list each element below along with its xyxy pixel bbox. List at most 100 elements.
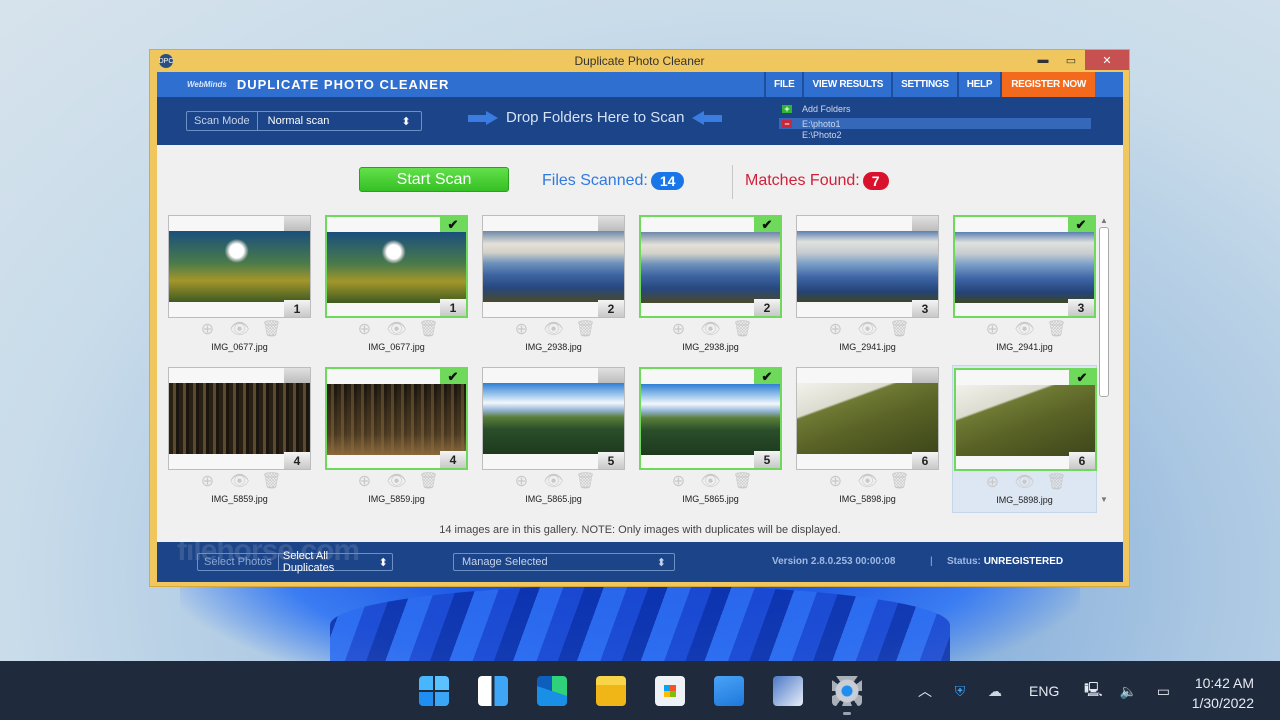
folder-item[interactable]: E:\Photo2 [779,129,1095,140]
photo-thumbnail[interactable] [797,231,938,302]
select-checkbox[interactable] [598,216,624,231]
thumbnail-frame[interactable]: ✔ 5 [639,367,782,470]
photo-thumbnail[interactable] [169,231,310,302]
taskbar-store[interactable] [650,673,690,709]
photo-thumbnail[interactable] [169,383,310,454]
gallery-tile[interactable]: 4 ⊕ 👁 🗑 IMG_5859.jpg [167,365,312,513]
preview-eye-icon[interactable]: 👁 [857,320,879,338]
trash-icon[interactable]: 🗑 [732,320,754,338]
security-warning-icon[interactable]: ⛨ [949,683,971,700]
preview-eye-icon[interactable]: 👁 [543,320,565,338]
gallery-tile[interactable]: 5 ⊕ 👁 🗑 IMG_5865.jpg [481,365,626,513]
preview-eye-icon[interactable]: 👁 [857,472,879,490]
folder-item[interactable]: − E:\photo1 [779,118,1091,129]
preview-eye-icon[interactable]: 👁 [700,320,722,338]
trash-icon[interactable]: 🗑 [889,320,911,338]
select-checkbox[interactable] [912,368,938,383]
taskbar-start[interactable] [414,673,454,709]
thumbnail-frame[interactable]: ✔ 6 [954,368,1097,471]
zoom-plus-icon[interactable]: ⊕ [197,472,219,490]
thumbnail-frame[interactable]: ✔ 4 [325,367,468,470]
trash-icon[interactable]: 🗑 [261,472,283,490]
thumbnail-frame[interactable]: 3 [796,215,939,318]
onedrive-cloud-icon[interactable]: ☁ [984,683,1006,700]
remove-folder-icon[interactable]: − [782,119,792,129]
zoom-plus-icon[interactable]: ⊕ [982,473,1004,491]
clock[interactable]: 10:42 AM 1/30/2022 [1192,673,1254,713]
scroll-down-icon[interactable]: ▼ [1097,492,1111,506]
menu-register-now[interactable]: REGISTER NOW [1000,72,1095,97]
trash-icon[interactable]: 🗑 [1046,320,1068,338]
minimize-button[interactable]: ▬ [1029,50,1057,70]
trash-icon[interactable]: 🗑 [732,472,754,490]
gallery-tile[interactable]: 2 ⊕ 👁 🗑 IMG_2938.jpg [481,213,626,361]
taskbar-paint[interactable] [768,673,808,709]
taskbar-edge[interactable] [532,673,572,709]
select-checkbox[interactable] [598,368,624,383]
photo-thumbnail[interactable] [483,231,624,302]
zoom-plus-icon[interactable]: ⊕ [982,320,1004,338]
thumbnail-frame[interactable]: ✔ 2 [639,215,782,318]
thumbnail-frame[interactable]: 2 [482,215,625,318]
preview-eye-icon[interactable]: 👁 [386,320,408,338]
photo-thumbnail[interactable] [955,232,1094,303]
taskbar-widgets[interactable] [473,673,513,709]
menu-view-results[interactable]: VIEW RESULTS [802,72,891,97]
zoom-plus-icon[interactable]: ⊕ [511,320,533,338]
select-checkbox[interactable]: ✔ [754,217,780,232]
photo-thumbnail[interactable] [797,383,938,454]
battery-icon[interactable]: ▭ [1152,683,1174,700]
gallery-tile[interactable]: 6 ⊕ 👁 🗑 IMG_5898.jpg [795,365,940,513]
thumbnail-frame[interactable]: 1 [168,215,311,318]
photo-thumbnail[interactable] [327,232,466,303]
photo-thumbnail[interactable] [483,383,624,454]
gallery-tile[interactable]: ✔ 1 ⊕ 👁 🗑 IMG_0677.jpg [324,213,469,361]
zoom-plus-icon[interactable]: ⊕ [668,472,690,490]
language-indicator[interactable]: ENG [1029,683,1059,699]
trash-icon[interactable]: 🗑 [1046,473,1068,491]
zoom-plus-icon[interactable]: ⊕ [668,320,690,338]
volume-icon[interactable]: 🔈 [1117,683,1139,700]
select-photos-select[interactable]: Select Photos Select All Duplicates ⬍ [197,550,393,574]
trash-icon[interactable]: 🗑 [575,320,597,338]
scroll-up-icon[interactable]: ▲ [1097,213,1111,227]
select-checkbox[interactable]: ✔ [1068,217,1094,232]
select-checkbox[interactable] [284,216,310,231]
trash-icon[interactable]: 🗑 [889,472,911,490]
gallery-tile[interactable]: 3 ⊕ 👁 🗑 IMG_2941.jpg [795,213,940,361]
taskbar-file-explorer[interactable] [591,673,631,709]
preview-eye-icon[interactable]: 👁 [543,472,565,490]
photo-thumbnail[interactable] [956,385,1095,456]
close-button[interactable]: ✕ [1085,50,1129,70]
network-icon[interactable]: 🖳 [1082,679,1104,703]
select-checkbox[interactable]: ✔ [1069,370,1095,385]
menu-file[interactable]: FILE [764,72,802,97]
add-folders-button[interactable]: + Add Folders [779,103,1095,114]
zoom-plus-icon[interactable]: ⊕ [354,472,376,490]
zoom-plus-icon[interactable]: ⊕ [197,320,219,338]
gallery-tile[interactable]: 1 ⊕ 👁 🗑 IMG_0677.jpg [167,213,312,361]
select-checkbox[interactable] [284,368,310,383]
title-bar[interactable]: DPC Duplicate Photo Cleaner ▬ ▭ ✕ [150,50,1129,72]
preview-eye-icon[interactable]: 👁 [1014,473,1036,491]
select-checkbox[interactable]: ✔ [754,369,780,384]
trash-icon[interactable]: 🗑 [418,472,440,490]
thumbnail-frame[interactable]: 6 [796,367,939,470]
zoom-plus-icon[interactable]: ⊕ [825,472,847,490]
scroll-thumb[interactable] [1099,227,1109,397]
preview-eye-icon[interactable]: 👁 [700,472,722,490]
select-checkbox[interactable] [912,216,938,231]
gallery-tile[interactable]: ✔ 4 ⊕ 👁 🗑 IMG_5859.jpg [324,365,469,513]
thumbnail-frame[interactable]: ✔ 1 [325,215,468,318]
menu-settings[interactable]: SETTINGS [891,72,957,97]
gallery-tile[interactable]: ✔ 5 ⊕ 👁 🗑 IMG_5865.jpg [638,365,783,513]
trash-icon[interactable]: 🗑 [575,472,597,490]
thumbnail-frame[interactable]: 5 [482,367,625,470]
photo-thumbnail[interactable] [641,384,780,455]
gallery-tile[interactable]: ✔ 3 ⊕ 👁 🗑 IMG_2941.jpg [952,213,1097,361]
preview-eye-icon[interactable]: 👁 [386,472,408,490]
thumbnail-frame[interactable]: 4 [168,367,311,470]
start-scan-button[interactable]: Start Scan [359,167,509,192]
manage-selected-select[interactable]: Manage Selected ⬍ [453,553,675,571]
zoom-plus-icon[interactable]: ⊕ [825,320,847,338]
